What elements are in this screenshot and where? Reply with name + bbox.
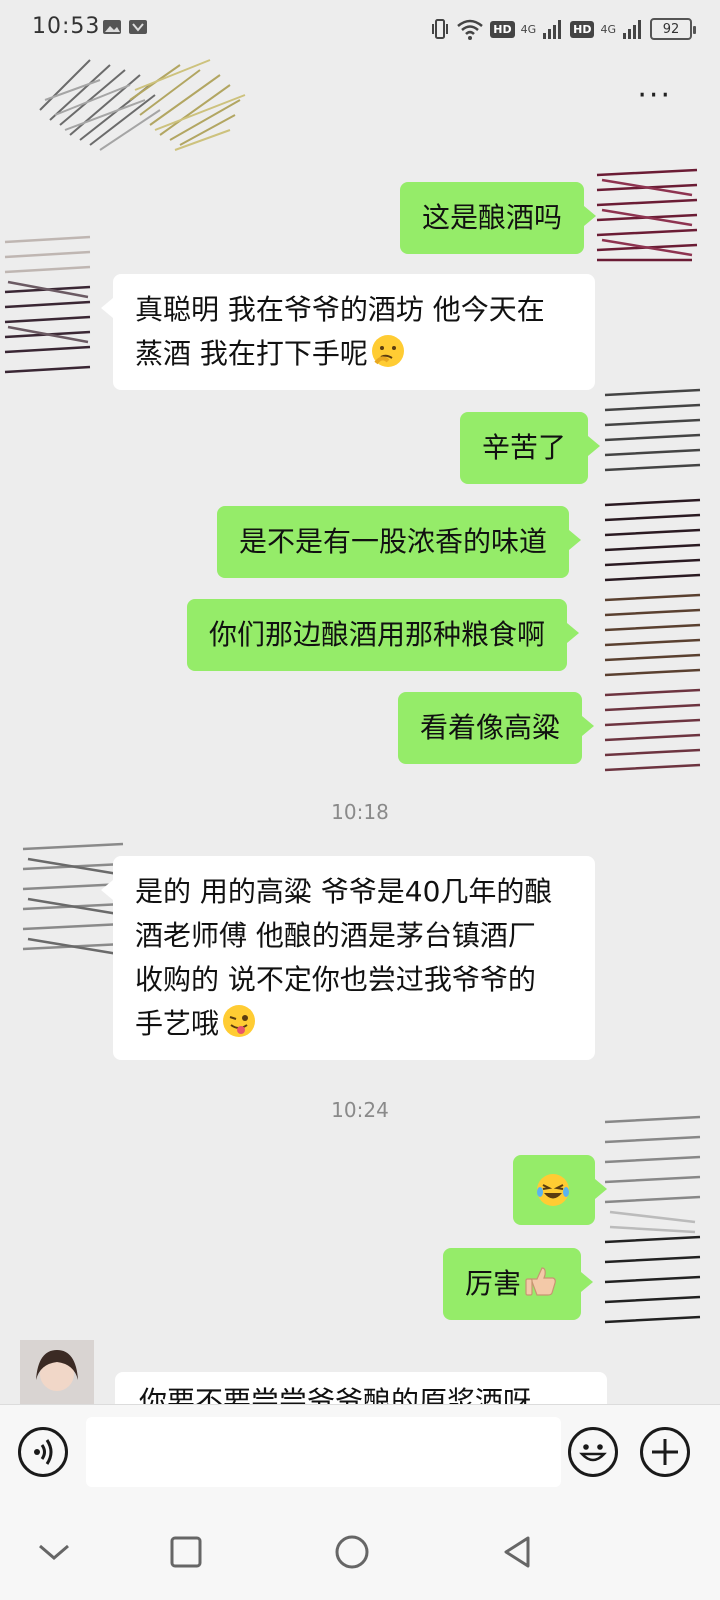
message-text: 这是酿酒吗 xyxy=(422,201,563,234)
vibrate-icon xyxy=(432,19,449,39)
smiley-icon xyxy=(579,1444,607,1462)
message-bubble-sent[interactable] xyxy=(513,1155,607,1225)
message-text-line: 酒老师傅 他酿的酒是茅台镇酒厂 xyxy=(135,919,536,952)
wifi-icon xyxy=(457,19,484,40)
contact-avatar-2[interactable] xyxy=(18,834,128,969)
timestamp: 10:18 xyxy=(331,800,389,824)
chat-input-bar xyxy=(0,1404,720,1502)
gallery-notification-icon xyxy=(103,20,121,34)
my-avatar-2[interactable] xyxy=(595,1112,705,1337)
message-text-line: 真聪明 我在爷爷的酒坊 他今天在 xyxy=(135,293,545,326)
plus-icon xyxy=(652,1439,678,1465)
thinking-face-icon xyxy=(371,335,404,367)
hd-badge: HD xyxy=(490,20,515,38)
chevron-down-icon[interactable] xyxy=(32,1530,76,1574)
message-text-line: 收购的 说不定你也尝过我爷爷的 xyxy=(135,963,536,996)
my-avatar[interactable] xyxy=(592,160,702,270)
message-bubble-sent[interactable]: 是不是有一股浓香的味道 xyxy=(217,506,582,578)
contact-avatar-photo[interactable] xyxy=(20,1340,94,1404)
message-text-line: 手艺哦 xyxy=(135,1007,220,1040)
signal-icon xyxy=(543,20,562,39)
voice-input-button[interactable] xyxy=(18,1427,68,1477)
back-icon[interactable] xyxy=(496,1530,540,1574)
contact-name-redacted xyxy=(39,59,246,151)
message-input[interactable] xyxy=(86,1417,561,1487)
message-text: 厉害 xyxy=(465,1267,522,1300)
my-avatar-group[interactable] xyxy=(595,385,705,780)
message-text: 辛苦了 xyxy=(482,431,567,464)
voice-wave-icon xyxy=(34,1439,53,1465)
hd-badge-2: HD xyxy=(570,20,595,38)
message-text-line: 是的 用的高粱 爷爷是40几年的酿 xyxy=(135,875,553,908)
status-time: 10:53 xyxy=(32,14,101,39)
message-text: 是不是有一股浓香的味道 xyxy=(239,525,548,558)
network-type-2: 4G xyxy=(600,22,616,36)
message-text: 你们那边酿酒用那种粮食啊 xyxy=(209,618,546,651)
message-bubble-sent[interactable]: 这是酿酒吗 xyxy=(400,182,597,254)
laughing-tears-face-icon xyxy=(537,1174,569,1206)
recent-apps-icon[interactable] xyxy=(164,1530,208,1574)
more-options-button[interactable]: ··· xyxy=(637,81,672,111)
message-bubble-received-partial[interactable]: 你要不要尝尝爷爷酿的原浆酒呀 xyxy=(115,1372,607,1406)
message-text-line: 蒸酒 我在打下手呢 xyxy=(135,337,368,370)
battery-indicator: 92 xyxy=(650,18,696,40)
network-type: 4G xyxy=(520,22,537,36)
message-text: 你要不要尝尝爷爷酿的原浆酒呀 xyxy=(139,1385,532,1406)
message-bubble-sent[interactable]: 看着像高粱 xyxy=(398,692,595,764)
status-icons: HD 4G HD 4G 92 xyxy=(430,16,696,42)
thumbs-up-icon xyxy=(525,1267,556,1296)
home-icon[interactable] xyxy=(330,1530,374,1574)
system-navigation-bar xyxy=(0,1502,720,1600)
timestamp: 10:24 xyxy=(331,1098,389,1122)
message-bubble-received[interactable]: 真聪明 我在爷爷的酒坊 他今天在 蒸酒 我在打下手呢 xyxy=(101,274,595,390)
contact-avatar[interactable] xyxy=(0,232,95,382)
emoji-button[interactable] xyxy=(568,1427,618,1477)
message-bubble-sent[interactable]: 辛苦了 xyxy=(460,412,601,484)
app-notification-icon xyxy=(129,20,147,34)
winking-tongue-face-icon xyxy=(223,1005,256,1037)
message-bubble-sent[interactable]: 厉害 xyxy=(443,1248,594,1320)
message-bubble-received[interactable]: 是的 用的高粱 爷爷是40几年的酿 酒老师傅 他酿的酒是茅台镇酒厂 收购的 说不… xyxy=(101,856,595,1060)
message-text: 看着像高粱 xyxy=(420,711,561,744)
message-bubble-sent[interactable]: 你们那边酿酒用那种粮食啊 xyxy=(187,599,580,671)
more-features-button[interactable] xyxy=(640,1427,690,1477)
signal-icon-2 xyxy=(623,20,641,39)
